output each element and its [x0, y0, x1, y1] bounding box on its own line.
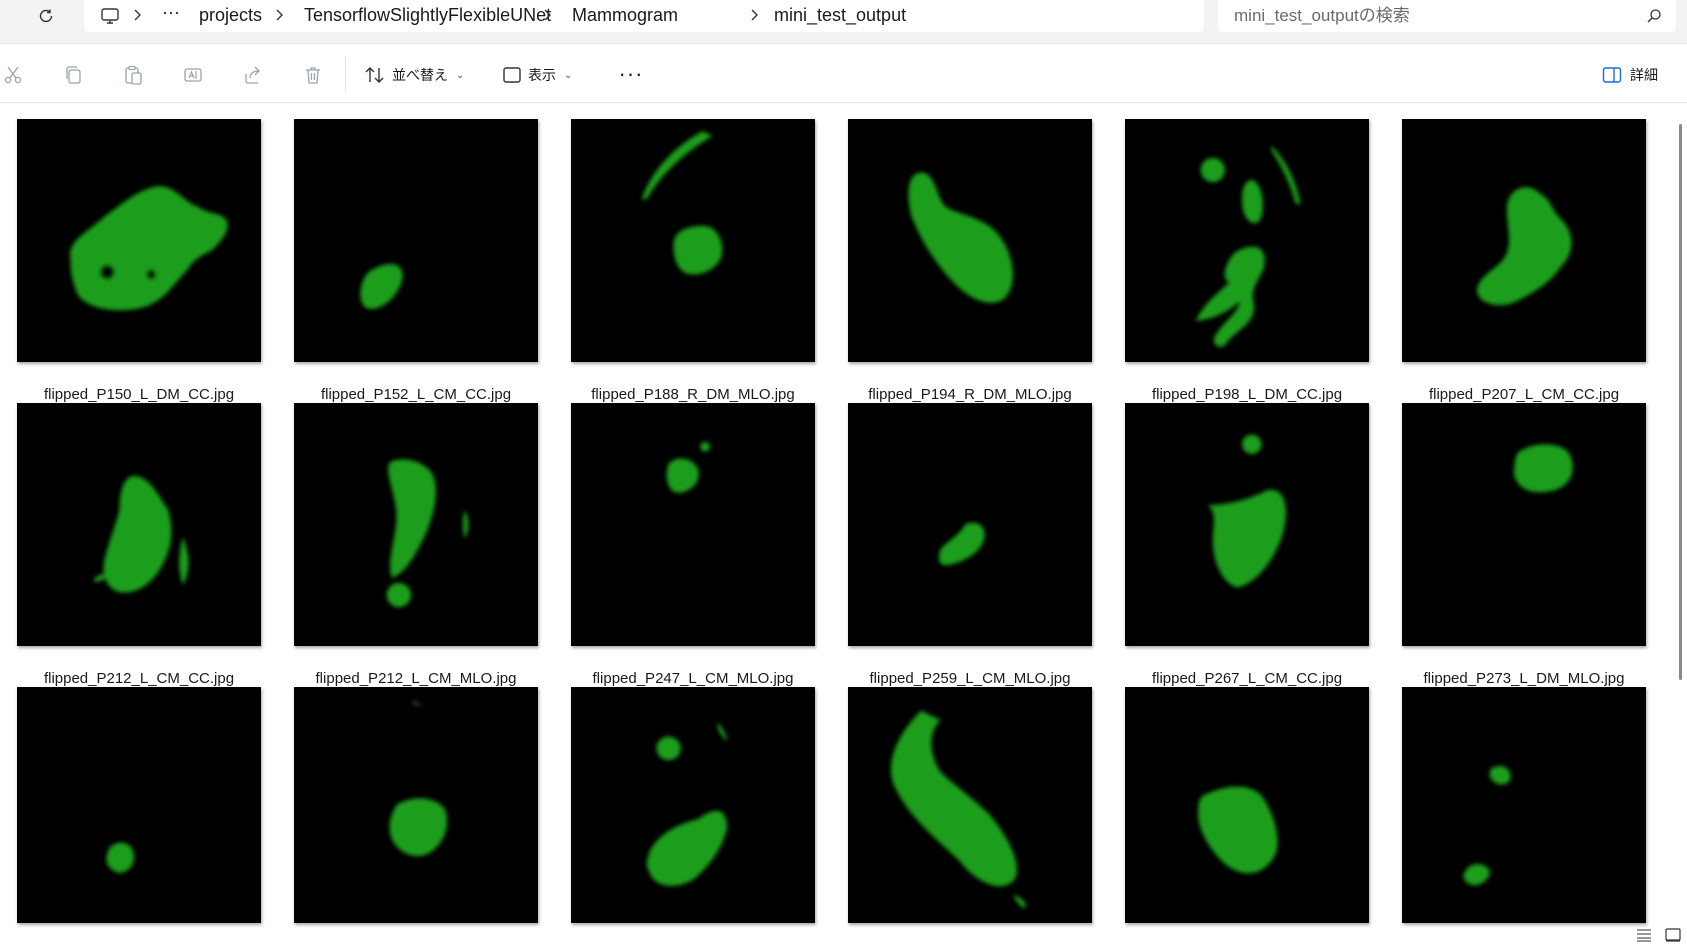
file-name-label: flipped_P152_L_CM_CC.jpg	[320, 386, 512, 403]
file-thumbnail[interactable]	[848, 687, 1092, 923]
details-label: 詳細	[1630, 67, 1658, 83]
refresh-button[interactable]	[30, 4, 62, 28]
file-name-label: flipped_P150_L_DM_CC.jpg	[43, 386, 235, 403]
sort-button[interactable]: 並べ替え ⌄	[364, 59, 464, 91]
file-name-label: flipped_P207_L_CM_CC.jpg	[1428, 386, 1620, 403]
file-name-label: flipped_P267_L_CM_CC.jpg	[1151, 670, 1343, 687]
details-pane-icon	[1602, 67, 1622, 83]
command-bar: 並べ替え ⌄ 表示 ⌄ ··· 詳細	[0, 45, 1687, 103]
file-name-label: flipped_P188_R_DM_MLO.jpg	[591, 386, 795, 403]
file-thumbnail[interactable]	[17, 687, 261, 923]
file-tile[interactable]: flipped_P198_L_DM_CC.jpg	[1125, 119, 1369, 409]
chevron-right-icon[interactable]	[130, 6, 144, 24]
file-tile[interactable]: flipped_P259_L_CM_MLO.jpg	[848, 403, 1092, 693]
copy-button[interactable]	[62, 64, 84, 86]
file-thumbnail[interactable]	[294, 119, 538, 362]
file-name-label: flipped_P247_L_CM_MLO.jpg	[592, 670, 794, 687]
list-view-icon	[1637, 929, 1651, 942]
breadcrumb-item-projects[interactable]: projects	[199, 5, 262, 26]
chevron-right-icon[interactable]	[747, 6, 761, 24]
address-bar-row: ··· projects TensorflowSlightlyFlexibleU…	[0, 0, 1687, 44]
sort-label: 並べ替え	[392, 67, 448, 83]
file-tile[interactable]	[1402, 687, 1646, 927]
file-tile[interactable]: flipped_P150_L_DM_CC.jpg	[17, 119, 261, 409]
file-thumbnail[interactable]	[571, 403, 815, 646]
file-thumbnail[interactable]	[571, 687, 815, 923]
file-tile[interactable]: flipped_P152_L_CM_CC.jpg	[294, 119, 538, 409]
chevron-down-icon: ⌄	[456, 69, 465, 81]
file-tile[interactable]: flipped_P212_L_CM_CC.jpg	[17, 403, 261, 693]
file-grid: flipped_P150_L_DM_CC.jpg flipped_P152_L_C…	[0, 104, 1672, 946]
large-icons-view-button[interactable]	[1665, 928, 1681, 942]
file-name-label: flipped_P212_L_CM_CC.jpg	[43, 670, 235, 687]
file-thumbnail[interactable]	[1402, 119, 1646, 362]
view-icon	[503, 67, 521, 83]
cut-button[interactable]	[2, 64, 24, 86]
refresh-icon	[39, 9, 53, 23]
delete-button[interactable]	[302, 64, 324, 86]
more-options-button[interactable]: ···	[616, 59, 646, 89]
breadcrumb-item-mammogram[interactable]: Mammogram	[572, 5, 678, 26]
search-icon[interactable]	[1646, 8, 1662, 24]
chevron-down-icon: ⌄	[564, 69, 573, 81]
search-box[interactable]	[1218, 0, 1676, 32]
breadcrumb-overflow[interactable]: ···	[162, 2, 180, 23]
paste-icon	[125, 65, 142, 85]
file-thumbnail[interactable]	[848, 119, 1092, 362]
details-pane-button[interactable]: 詳細	[1602, 61, 1658, 89]
toolbar-divider	[345, 57, 346, 91]
breadcrumb-item-tensorflow[interactable]: TensorflowSlightlyFlexibleUNet	[304, 5, 551, 26]
copy-icon	[66, 66, 81, 84]
file-name-label: flipped_P212_L_CM_MLO.jpg	[315, 670, 517, 687]
computer-icon[interactable]	[100, 6, 120, 26]
file-tile[interactable]: flipped_P273_L_DM_MLO.jpg	[1402, 403, 1646, 693]
delete-icon	[306, 67, 320, 84]
file-tile[interactable]	[848, 687, 1092, 927]
file-tile[interactable]: flipped_P247_L_CM_MLO.jpg	[571, 403, 815, 693]
file-thumbnail[interactable]	[1402, 403, 1646, 646]
cut-icon	[4, 66, 22, 84]
file-thumbnail[interactable]	[1125, 687, 1369, 923]
file-name-label: flipped_P198_L_DM_CC.jpg	[1151, 386, 1343, 403]
file-tile[interactable]: flipped_P267_L_CM_CC.jpg	[1125, 403, 1369, 693]
file-name-label: flipped_P273_L_DM_MLO.jpg	[1423, 670, 1625, 687]
file-thumbnail[interactable]	[848, 403, 1092, 646]
file-name-label: flipped_P259_L_CM_MLO.jpg	[869, 670, 1071, 687]
breadcrumb[interactable]: ··· projects TensorflowSlightlyFlexibleU…	[84, 0, 1204, 32]
large-icons-view-icon	[1665, 928, 1681, 942]
breadcrumb-item-current-folder[interactable]: mini_test_output	[774, 5, 906, 26]
rename-icon	[184, 68, 202, 82]
file-tile[interactable]	[294, 687, 538, 927]
paste-button[interactable]	[122, 64, 144, 86]
file-tile[interactable]: flipped_P194_R_DM_MLO.jpg	[848, 119, 1092, 409]
file-tile[interactable]: flipped_P188_R_DM_MLO.jpg	[571, 119, 815, 409]
file-thumbnail[interactable]	[294, 687, 538, 923]
chevron-right-icon[interactable]	[540, 6, 554, 24]
file-thumbnail[interactable]	[294, 403, 538, 646]
file-name-label: flipped_P194_R_DM_MLO.jpg	[868, 386, 1072, 403]
share-icon	[245, 66, 260, 84]
file-tile[interactable]	[17, 687, 261, 927]
file-tile[interactable]	[1125, 687, 1369, 927]
rename-button[interactable]	[182, 64, 204, 86]
file-thumbnail[interactable]	[1125, 403, 1369, 646]
sort-icon	[365, 67, 384, 83]
file-thumbnail[interactable]	[17, 119, 261, 362]
search-input[interactable]	[1234, 3, 1634, 29]
chevron-right-icon[interactable]	[272, 6, 286, 24]
file-tile[interactable]: flipped_P207_L_CM_CC.jpg	[1402, 119, 1646, 409]
file-thumbnail[interactable]	[1402, 687, 1646, 923]
share-button[interactable]	[242, 64, 264, 86]
scrollbar-thumb[interactable]	[1679, 124, 1682, 680]
file-thumbnail[interactable]	[1125, 119, 1369, 362]
file-thumbnail[interactable]	[17, 403, 261, 646]
vertical-scrollbar[interactable]	[1674, 104, 1687, 924]
view-label: 表示	[528, 67, 556, 83]
list-view-button[interactable]	[1636, 928, 1652, 942]
view-button[interactable]: 表示 ⌄	[502, 59, 572, 91]
file-tile[interactable]: flipped_P212_L_CM_MLO.jpg	[294, 403, 538, 693]
file-tile[interactable]	[571, 687, 815, 927]
file-thumbnail[interactable]	[571, 119, 815, 362]
